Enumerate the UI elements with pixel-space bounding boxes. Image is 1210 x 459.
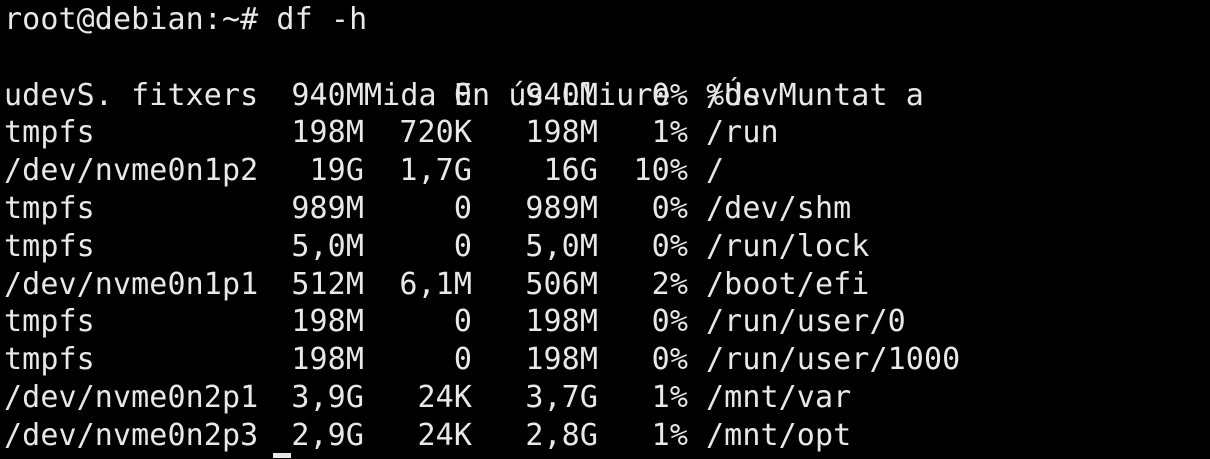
df-row: tmpfs 198M 0 198M 0% /run/user/0 xyxy=(4,303,1210,341)
cell-filesystem: tmpfs xyxy=(4,228,95,264)
cell-used: 6,1M xyxy=(399,266,472,302)
cell-mounted-on: /run/lock xyxy=(706,228,870,264)
command-prompt-line: root@debian:~# df -h xyxy=(4,2,368,37)
cell-size: 198M xyxy=(291,115,364,151)
cell-mounted-on: /dev/shm xyxy=(706,190,852,226)
cell-size: 198M xyxy=(291,342,364,378)
cell-size: 19G xyxy=(309,153,364,189)
cell-used: 0 xyxy=(453,190,472,226)
cell-size: 940M xyxy=(291,77,364,113)
header-mounted-on: Muntat a xyxy=(778,77,924,113)
cell-mounted-on: /run/user/1000 xyxy=(706,342,961,378)
df-row: /dev/nvme0n2p1 3,9G 24K 3,7G 1% /mnt/var xyxy=(4,379,1210,417)
cell-use-pct: 0% xyxy=(651,228,688,264)
cell-use-pct: 0% xyxy=(651,77,688,113)
cell-avail: 3,7G xyxy=(525,379,598,415)
cell-filesystem: /dev/nvme0n1p2 xyxy=(4,153,259,189)
df-row: /dev/nvme0n1p1 512M 6,1M 506M 2% /boot/efi xyxy=(4,266,1210,304)
cell-used: 0 xyxy=(453,342,472,378)
df-row: tmpfs 198M 0 198M 0% /run/user/1000 xyxy=(4,341,1210,379)
df-row: udev 940M 0 940M 0% /dev xyxy=(4,77,1210,115)
cell-size: 5,0M xyxy=(291,228,364,264)
terminal-window[interactable]: root@debian:~# df -h S. fitxers Mida En ús… xyxy=(0,0,1210,459)
df-row: /dev/nvme0n2p3 2,9G 24K 2,8G 1% /mnt/opt xyxy=(4,417,1210,455)
cell-mounted-on: /mnt/var xyxy=(706,379,852,415)
cell-mounted-on: /mnt/opt xyxy=(706,417,852,453)
cell-use-pct: 0% xyxy=(651,190,688,226)
cell-filesystem: /dev/nvme0n2p1 xyxy=(4,379,259,415)
cell-avail: 198M xyxy=(525,304,598,340)
cell-filesystem: /dev/nvme0n2p3 xyxy=(4,417,259,453)
df-output-rows: udev 940M 0 940M 0% /dev tmpfs 198M 720K 198M 1% /r… xyxy=(4,77,1210,455)
cell-use-pct: 1% xyxy=(651,379,688,415)
cell-used: 1,7G xyxy=(399,153,472,189)
df-header-row: S. fitxers Mida En ús Lliure %Ús Muntat a xyxy=(4,39,1210,113)
cell-avail: 5,0M xyxy=(525,228,598,264)
cell-size: 512M xyxy=(291,266,364,302)
cell-filesystem: udev xyxy=(4,77,77,113)
cell-used: 720K xyxy=(399,115,472,151)
cell-use-pct: 1% xyxy=(651,417,688,453)
cell-filesystem: tmpfs xyxy=(4,304,95,340)
cell-used: 0 xyxy=(453,304,472,340)
cell-filesystem: tmpfs xyxy=(4,115,95,151)
cell-mounted-on: /run/user/0 xyxy=(706,304,906,340)
cell-use-pct: 0% xyxy=(651,304,688,340)
cell-used: 0 xyxy=(453,228,472,264)
cell-use-pct: 10% xyxy=(633,153,688,189)
cell-use-pct: 1% xyxy=(651,115,688,151)
cell-size: 2,9G xyxy=(291,417,364,453)
cell-use-pct: 2% xyxy=(651,266,688,302)
cell-avail: 2,8G xyxy=(525,417,598,453)
cell-used: 24K xyxy=(417,417,472,453)
df-row: tmpfs 989M 0 989M 0% /dev/shm xyxy=(4,190,1210,228)
cell-mounted-on: /run xyxy=(706,115,779,151)
cell-used: 0 xyxy=(453,77,472,113)
cell-filesystem: tmpfs xyxy=(4,190,95,226)
df-row: tmpfs 5,0M 0 5,0M 0% /run/lock xyxy=(4,228,1210,266)
cell-size: 198M xyxy=(291,304,364,340)
cell-use-pct: 0% xyxy=(651,342,688,378)
df-row: /dev/nvme0n1p2 19G 1,7G 16G 10% / xyxy=(4,152,1210,190)
cell-used: 24K xyxy=(417,379,472,415)
cell-mounted-on: /boot/efi xyxy=(706,266,870,302)
cell-avail: 16G xyxy=(543,153,598,189)
cell-avail: 198M xyxy=(525,115,598,151)
df-row: tmpfs 198M 720K 198M 1% /run xyxy=(4,114,1210,152)
cell-size: 3,9G xyxy=(291,379,364,415)
cell-avail: 506M xyxy=(525,266,598,302)
cell-avail: 940M xyxy=(525,77,598,113)
cell-mounted-on: /dev xyxy=(706,77,779,113)
terminal-cursor xyxy=(273,453,291,458)
cell-avail: 989M xyxy=(525,190,598,226)
cell-avail: 198M xyxy=(525,342,598,378)
cell-filesystem: tmpfs xyxy=(4,342,95,378)
cell-mounted-on: / xyxy=(706,153,725,189)
cell-size: 989M xyxy=(291,190,364,226)
cell-filesystem: /dev/nvme0n1p1 xyxy=(4,266,259,302)
